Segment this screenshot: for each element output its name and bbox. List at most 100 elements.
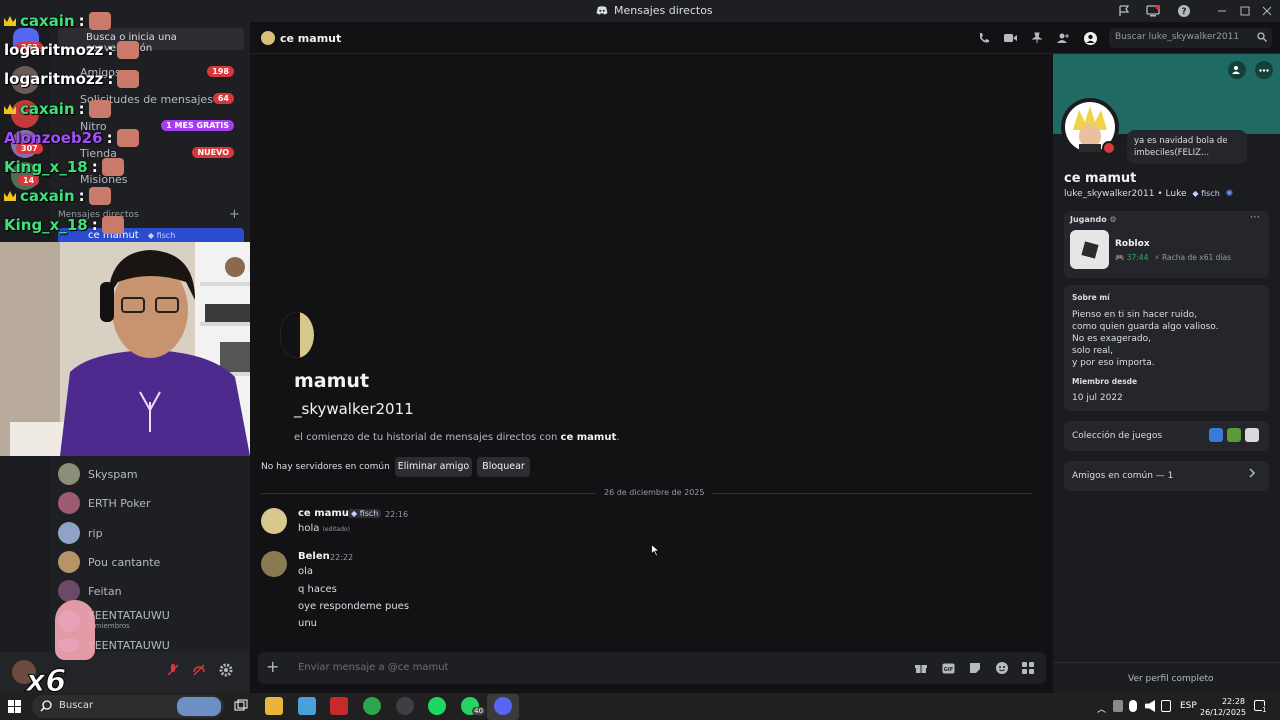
search-highlight-image — [177, 697, 221, 716]
video-call-icon[interactable] — [1003, 31, 1017, 45]
avatar — [58, 580, 80, 602]
stream-chat-line: caxain: — [4, 100, 111, 118]
intro-text: el comienzo de tu historial de mensajes … — [294, 432, 620, 443]
game-thumbnail[interactable] — [1227, 428, 1241, 442]
pinned-messages-icon[interactable] — [1030, 31, 1044, 45]
taskbar-clock[interactable]: 22:28 26/12/2025 — [1200, 696, 1246, 718]
spotify-icon[interactable] — [428, 697, 446, 715]
profile-pronoun: Luke — [1165, 189, 1187, 199]
stream-chat-line: caxain: — [4, 12, 111, 30]
keyboard-language[interactable]: ESP — [1180, 701, 1197, 711]
search-icon — [40, 700, 52, 712]
activity-label: Jugando ⚙ — [1070, 215, 1117, 224]
stream-chat-line: caxain: — [4, 187, 111, 205]
windows-start-icon[interactable] — [8, 700, 21, 713]
chrome-icon[interactable] — [363, 697, 381, 715]
taskbar-search-input[interactable]: Buscar — [32, 695, 224, 718]
crown-icon — [4, 104, 16, 114]
avatar — [58, 463, 80, 485]
help-icon[interactable]: ? — [1176, 3, 1192, 19]
remove-friend-button[interactable]: Eliminar amigo — [395, 457, 472, 477]
close-icon[interactable] — [1259, 3, 1275, 19]
avatar — [58, 492, 80, 514]
apps-icon[interactable] — [1021, 661, 1035, 675]
maximize-icon[interactable] — [1237, 3, 1253, 19]
voice-call-icon[interactable] — [977, 31, 991, 45]
chevron-right-icon — [1248, 467, 1256, 479]
new-badge: NUEVO — [192, 147, 234, 158]
headphones-muted-icon[interactable] — [190, 661, 208, 679]
chat-separator: : — [106, 129, 113, 147]
member-count: 2 miembros — [88, 622, 130, 630]
chat-separator: : — [107, 70, 114, 88]
device-icon[interactable] — [1161, 700, 1171, 712]
app-icon[interactable] — [330, 697, 348, 715]
nitro-badge: 1 MES GRATIS — [161, 120, 234, 131]
sticker-icon[interactable] — [968, 661, 982, 675]
chat-emote — [88, 12, 111, 30]
chat-emote — [117, 41, 140, 59]
discord-taskbar-icon[interactable] — [494, 697, 512, 715]
dm-item[interactable]: Skyspam — [58, 460, 244, 488]
mic-muted-icon[interactable] — [164, 661, 182, 679]
chat-username: caxain — [20, 12, 75, 30]
gift-icon[interactable] — [914, 661, 928, 675]
chat-emote — [88, 187, 111, 205]
settings-gear-icon[interactable] — [217, 661, 235, 679]
chat-separator: : — [107, 41, 114, 59]
add-friend-icon[interactable] — [1228, 61, 1246, 79]
chat-emote — [101, 216, 124, 234]
game-thumbnail[interactable] — [1209, 428, 1223, 442]
block-button[interactable]: Bloquear — [477, 457, 530, 477]
file-explorer-icon[interactable] — [265, 697, 283, 715]
task-view-icon[interactable] — [232, 697, 250, 715]
avatar — [58, 551, 80, 573]
message-avatar[interactable] — [261, 508, 287, 534]
inbox-flag-icon[interactable] — [1116, 3, 1132, 19]
obs-icon[interactable] — [396, 697, 414, 715]
chat-username: logaritmozz — [4, 70, 104, 88]
roblox-game-icon[interactable] — [1070, 230, 1109, 269]
view-full-profile-link[interactable]: Ver perfil completo — [1128, 674, 1214, 684]
stream-chat-line: Alonzoeb26: — [4, 129, 139, 147]
minimize-icon[interactable] — [1214, 3, 1230, 19]
chat-separator: : — [78, 12, 85, 30]
add-friends-icon[interactable] — [1056, 31, 1070, 45]
chat-username: King_x_18 — [4, 216, 88, 234]
more-options-icon[interactable] — [1255, 61, 1273, 79]
mouse-cursor-icon — [651, 544, 660, 557]
dm-item[interactable]: Feitan — [58, 577, 244, 605]
profile-display-name: ce mamut — [1064, 171, 1137, 186]
dm-item[interactable]: rip — [58, 519, 244, 547]
gif-icon[interactable]: GIF — [941, 661, 955, 675]
stream-chat-line: logaritmozz: — [4, 41, 140, 59]
tray-icon[interactable] — [1113, 700, 1123, 712]
clock-time: 22:28 — [1221, 697, 1245, 706]
activity-more-icon[interactable]: ⋯ — [1250, 212, 1260, 223]
attach-plus-icon[interactable]: + — [266, 659, 279, 675]
message-author[interactable]: Belen — [298, 551, 330, 562]
dm-search-input[interactable]: Buscar luke_skywalker2011 — [1109, 28, 1272, 48]
message-avatar[interactable] — [261, 551, 287, 577]
mutual-servers: No hay servidores en común — [261, 462, 390, 472]
stream-chat-line: King_x_18: — [4, 216, 124, 234]
chat-separator: : — [91, 216, 98, 234]
new-dm-plus-icon[interactable]: + — [229, 207, 240, 222]
emoji-icon[interactable] — [995, 661, 1009, 675]
dnd-status-icon — [1102, 141, 1116, 155]
game-thumbnail[interactable] — [1245, 428, 1259, 442]
microphone-icon[interactable] — [1129, 700, 1137, 712]
game-collection-label: Colección de juegos — [1072, 431, 1163, 441]
patrick-emote — [55, 600, 95, 660]
user-profile-toggle-icon[interactable] — [1083, 31, 1097, 45]
inbox-screen-icon[interactable] — [1145, 3, 1161, 19]
tray-chevron-icon[interactable]: ︿ — [1097, 702, 1106, 715]
avatar — [58, 522, 80, 544]
dm-item[interactable]: Pou cantante — [58, 548, 244, 576]
dm-item[interactable]: ERTH Poker — [58, 489, 244, 517]
message-text: q haces — [298, 584, 337, 595]
message-author[interactable]: ce mamut — [298, 508, 354, 519]
notepad-icon[interactable] — [298, 697, 316, 715]
message-input[interactable]: Enviar mensaje a @ce mamut — [298, 662, 448, 673]
intro-username: _skywalker2011 — [294, 400, 414, 418]
